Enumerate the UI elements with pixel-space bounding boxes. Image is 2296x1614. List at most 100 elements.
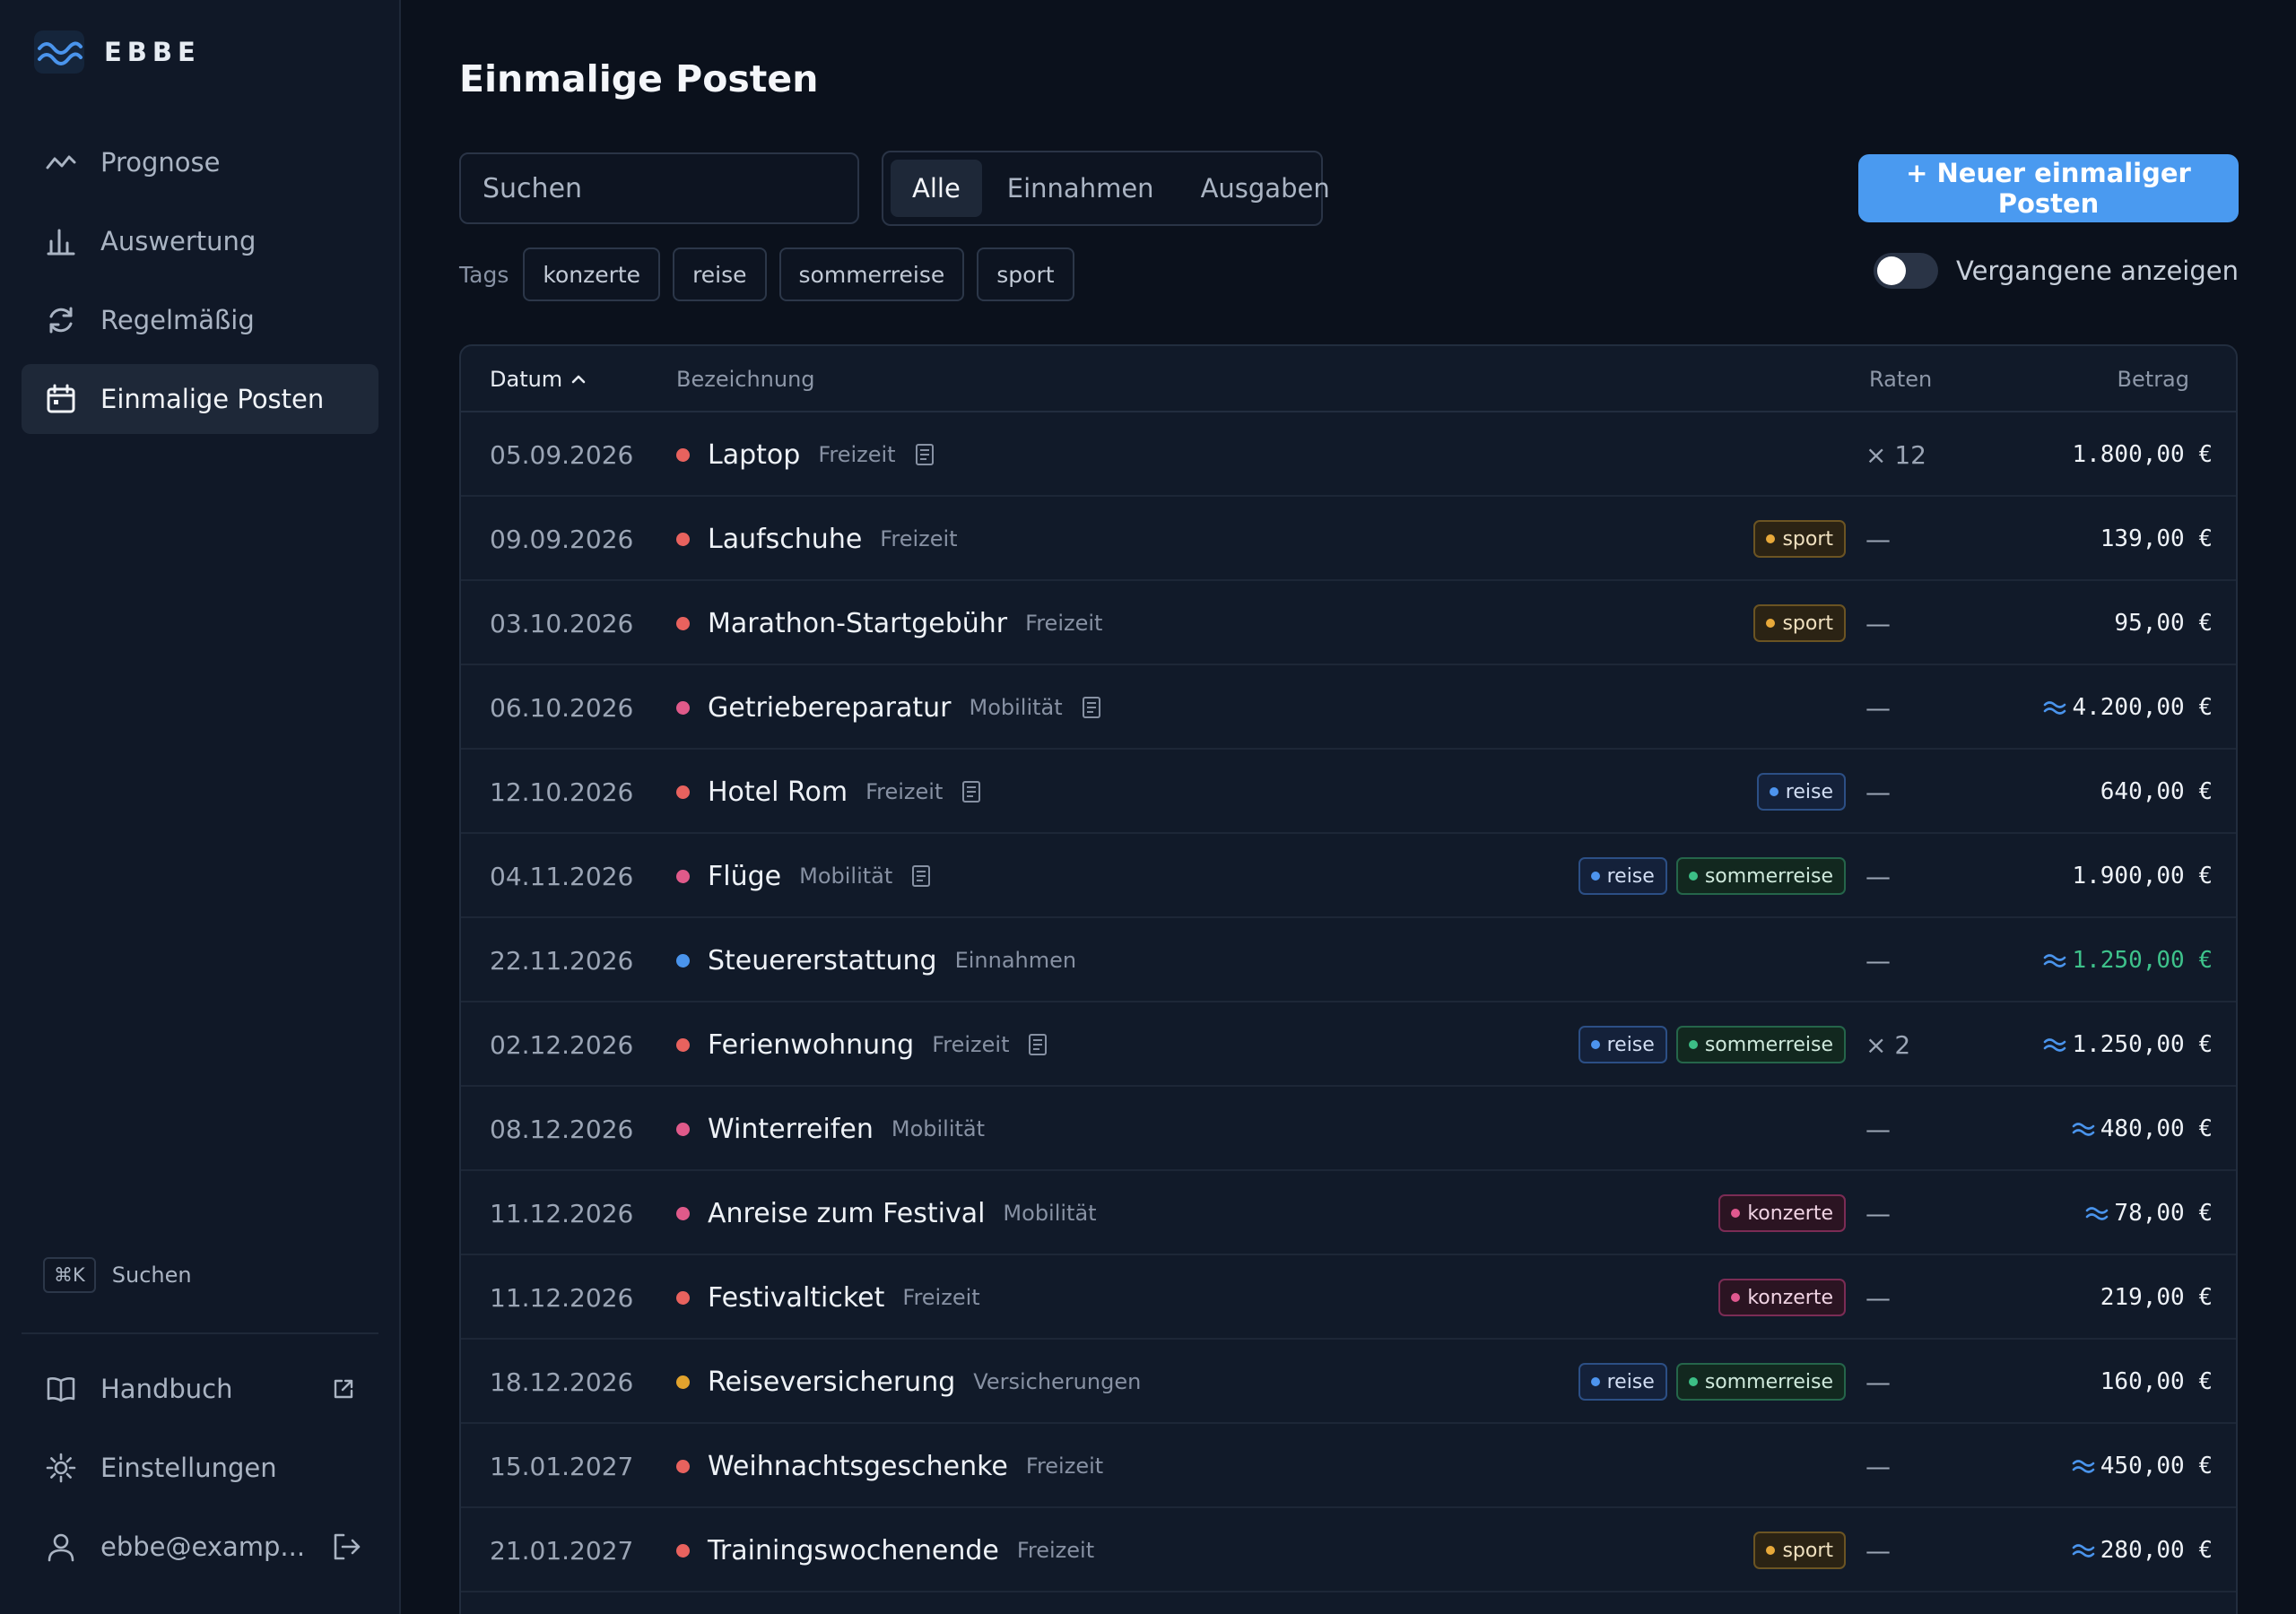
- row-betrag: 160,00 €: [2100, 1340, 2213, 1424]
- table-row[interactable]: 12.10.2026 Hotel Rom Freizeit reise — 640,00 …: [461, 750, 2236, 834]
- category-dot: [676, 869, 690, 883]
- row-betrag: 139,00 €: [2100, 497, 2213, 581]
- row-category: Freizeit: [818, 442, 896, 467]
- row-date: 04.11.2026: [490, 861, 634, 891]
- search-input[interactable]: [459, 152, 859, 224]
- table-row[interactable]: 06.10.2026 Getriebereparatur Mobilität — 4.2…: [461, 665, 2236, 750]
- tag-dot: [1766, 534, 1776, 543]
- category-dot: [676, 1459, 690, 1473]
- new-item-button[interactable]: + Neuer einmaliger Posten: [1858, 154, 2239, 222]
- row-tags: sport: [1753, 581, 1846, 665]
- row-title: Laufschuhe: [708, 523, 863, 555]
- row-raten: —: [1866, 1198, 1891, 1228]
- nav-item-prognose[interactable]: Prognose: [22, 127, 378, 197]
- row-raten: —: [1866, 1451, 1891, 1481]
- tag-pill-label: konzerte: [1747, 1202, 1833, 1225]
- tag-pill-label: sommerreise: [1704, 864, 1833, 888]
- trend-icon: [45, 146, 77, 178]
- filter-alle[interactable]: Alle: [891, 160, 982, 217]
- nav-item-account[interactable]: ebbe@examp...: [22, 1512, 378, 1582]
- tag-pill-konzerte[interactable]: konzerte: [1718, 1194, 1846, 1232]
- tag-dot: [1590, 872, 1600, 881]
- tag-pill-reise[interactable]: reise: [1578, 1363, 1667, 1401]
- table-row[interactable]: 02.12.2026 Ferienwohnung Freizeit reise somm…: [461, 1002, 2236, 1087]
- row-tags: sport: [1753, 497, 1846, 581]
- quick-search-button[interactable]: ⌘K Suchen: [43, 1257, 192, 1293]
- row-date: 05.09.2026: [490, 439, 634, 470]
- table-row[interactable]: 11.12.2026 Anreise zum Festival Mobilität k…: [461, 1171, 2236, 1255]
- tag-pill-label: sommerreise: [1704, 1370, 1833, 1393]
- nav-item-handbuch[interactable]: Handbuch: [22, 1354, 378, 1424]
- category-dot: [676, 953, 690, 968]
- row-raten: —: [1866, 608, 1891, 638]
- refresh-icon: [45, 304, 77, 336]
- tag-pill-sommerreise[interactable]: sommerreise: [1675, 1026, 1846, 1063]
- tag-pill-reise[interactable]: reise: [1756, 773, 1846, 811]
- tag-dot: [1688, 1040, 1698, 1049]
- tag-chip-reise[interactable]: reise: [673, 247, 767, 301]
- tag-pill-label: sport: [1782, 527, 1833, 551]
- row-title: Anreise zum Festival: [708, 1197, 986, 1229]
- row-amount: 1.900,00 €: [2072, 863, 2213, 889]
- nav-item-auswertung[interactable]: Auswertung: [22, 206, 378, 276]
- row-betrag: 450,00 €: [2072, 1424, 2213, 1508]
- filter-einnahmen[interactable]: Einnahmen: [986, 160, 1176, 217]
- row-betrag: 1.800,00 €: [2072, 412, 2213, 497]
- row-name-cell: Flüge Mobilität: [676, 834, 932, 918]
- row-raten: —: [1866, 861, 1891, 891]
- table-row[interactable]: 05.09.2026 Laptop Freizeit × 12 1.800,00 €: [461, 412, 2236, 497]
- note-icon: [1081, 696, 1102, 719]
- row-betrag: 4.200,00 €: [2043, 665, 2213, 750]
- table-row[interactable]: 11.12.2026 Festivalticket Freizeit konzerte…: [461, 1255, 2236, 1340]
- tag-pill-sport[interactable]: sport: [1753, 520, 1846, 558]
- logout-icon[interactable]: [330, 1531, 362, 1563]
- tag-chip-sport[interactable]: sport: [977, 247, 1074, 301]
- tag-pill-label: konzerte: [1747, 1286, 1833, 1309]
- approx-icon: [2085, 1204, 2109, 1222]
- tag-pill-sommerreise[interactable]: sommerreise: [1675, 1363, 1846, 1401]
- row-betrag: 640,00 €: [2100, 750, 2213, 834]
- column-header-bezeichnung[interactable]: Bezeichnung: [676, 346, 815, 412]
- quick-search-label: Suchen: [111, 1263, 192, 1288]
- table-row[interactable]: 22.11.2026 Steuererstattung Einnahmen — 1.25…: [461, 918, 2236, 1002]
- nav-item-einstellungen[interactable]: Einstellungen: [22, 1433, 378, 1503]
- tag-pill-sport[interactable]: sport: [1753, 604, 1846, 642]
- row-amount: 640,00 €: [2100, 778, 2213, 805]
- past-toggle[interactable]: [1874, 253, 1938, 289]
- brand-logo[interactable]: EBBE: [34, 30, 201, 74]
- nav-item-einmalige-posten[interactable]: Einmalige Posten: [22, 364, 378, 434]
- row-date: 08.12.2026: [490, 1114, 634, 1144]
- tag-pill-sport[interactable]: sport: [1753, 1532, 1846, 1569]
- category-dot: [676, 1375, 690, 1389]
- nav-item-regelmaessig[interactable]: Regelmäßig: [22, 285, 378, 355]
- table-row[interactable]: 18.12.2026 Reiseversicherung Versicherunge…: [461, 1340, 2236, 1424]
- table-row[interactable]: 09.09.2026 Laufschuhe Freizeit sport — 139,00…: [461, 497, 2236, 581]
- row-raten: —: [1866, 692, 1891, 723]
- row-name-cell: Getriebereparatur Mobilität: [676, 665, 1102, 750]
- tag-chip-sommerreise[interactable]: sommerreise: [778, 247, 965, 301]
- table-row[interactable]: 21.01.2027 Trainingswochenende Freizeit spo…: [461, 1508, 2236, 1592]
- row-betrag: 1.250,00 €: [2043, 1002, 2213, 1087]
- row-betrag: 1.900,00 €: [2072, 834, 2213, 918]
- tag-dot: [1731, 1293, 1741, 1302]
- table-row[interactable]: 08.12.2026 Winterreifen Mobilität — 480,00 €: [461, 1087, 2236, 1171]
- tag-pill-konzerte[interactable]: konzerte: [1718, 1279, 1846, 1316]
- row-title: Steuererstattung: [708, 944, 937, 976]
- row-name-cell: Steuererstattung Einnahmen: [676, 918, 1076, 1002]
- tag-pill-reise[interactable]: reise: [1578, 1026, 1667, 1063]
- tag-pill-reise[interactable]: reise: [1578, 857, 1667, 895]
- row-name-cell: Reiseversicherung Versicherungen: [676, 1340, 1141, 1424]
- table-row[interactable]: 15.01.2027 Weihnachtsgeschenke Freizeit — 45…: [461, 1424, 2236, 1508]
- row-betrag: 280,00 €: [2072, 1508, 2213, 1592]
- row-name-cell: Trainingswochenende Freizeit: [676, 1508, 1094, 1592]
- type-filter: Alle Einnahmen Ausgaben: [882, 151, 1330, 226]
- table-row[interactable]: 04.11.2026 Flüge Mobilität reise sommerreise…: [461, 834, 2236, 918]
- column-header-betrag[interactable]: Betrag: [2118, 346, 2189, 412]
- filter-ausgaben[interactable]: Ausgaben: [1179, 160, 1352, 217]
- tag-pill-sommerreise[interactable]: sommerreise: [1675, 857, 1846, 895]
- table-row[interactable]: 03.10.2026 Marathon-Startgebühr Freizeit sp…: [461, 581, 2236, 665]
- column-header-datum[interactable]: Datum: [490, 346, 587, 412]
- column-header-raten[interactable]: Raten: [1869, 346, 1932, 412]
- tag-chip-konzerte[interactable]: konzerte: [523, 247, 661, 301]
- row-tags: reise sommerreise: [1578, 834, 1846, 918]
